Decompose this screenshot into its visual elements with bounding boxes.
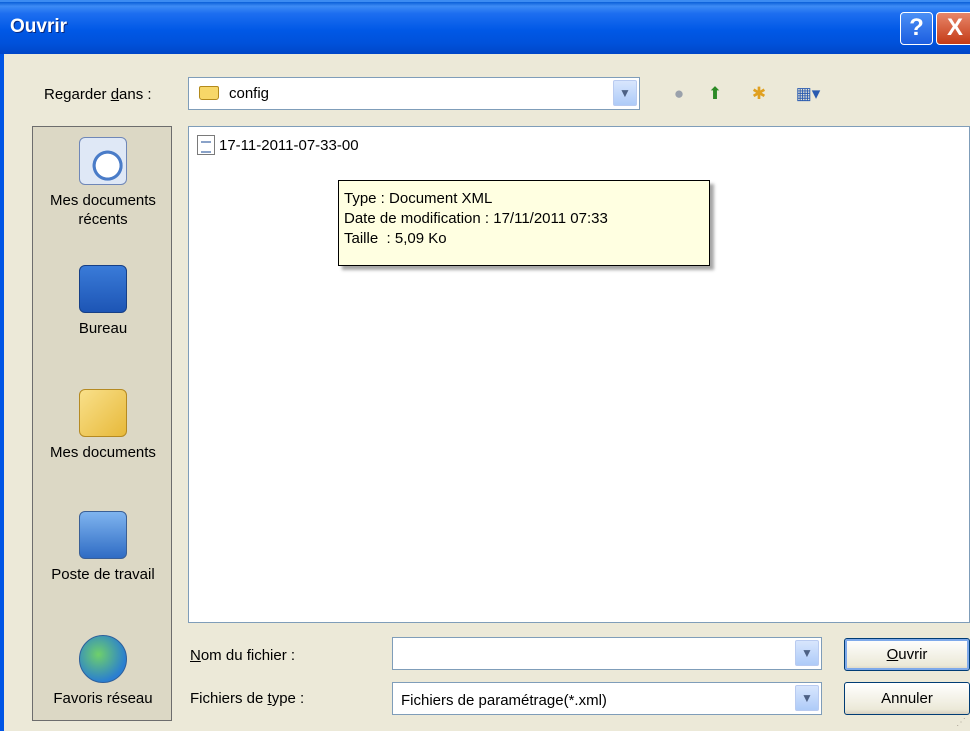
title-bar[interactable]: Ouvrir ? X (0, 0, 970, 54)
cancel-button[interactable]: Annuler (844, 682, 970, 715)
chevron-down-icon[interactable]: ▼ (795, 640, 819, 666)
open-button[interactable]: Ouvrir (844, 638, 970, 671)
place-label: Bureau (78, 320, 128, 337)
place-label-line2: récents (78, 211, 128, 228)
filetype-label: Fichiers de type : (190, 690, 305, 707)
places-bar: Mes documents récents Bureau Mes document… (32, 126, 172, 721)
up-folder-icon[interactable]: ⬆ (704, 83, 726, 105)
window-title: Ouvrir (10, 16, 68, 37)
filetype-value: Fichiers de paramétrage(*.xml) (401, 692, 607, 709)
place-recent-documents[interactable]: Mes documents récents (33, 137, 173, 229)
file-name: 17-11-2011-07-33-00 (219, 136, 359, 154)
network-places-icon (79, 635, 127, 683)
file-info-tooltip: Type : Document XML Date de modification… (338, 180, 710, 266)
help-button[interactable]: ? (900, 12, 933, 45)
folder-icon (199, 86, 219, 100)
look-in-label: Regarder dans : (44, 86, 152, 103)
window-frame-left (0, 54, 4, 731)
xml-file-icon (197, 135, 215, 155)
chevron-down-icon[interactable]: ▼ (613, 80, 637, 106)
place-network[interactable]: Favoris réseau (33, 635, 173, 708)
tooltip-date: Date de modification : 17/11/2011 07:33 (344, 210, 608, 227)
look-in-value: config (229, 85, 270, 102)
back-icon[interactable]: ● (668, 83, 690, 105)
tooltip-size: Taille : 5,09 Ko (344, 230, 447, 247)
place-my-computer[interactable]: Poste de travail (33, 511, 173, 584)
view-menu-icon[interactable]: ▦▾ (790, 83, 826, 105)
chevron-down-icon[interactable]: ▼ (795, 685, 819, 711)
place-label: Favoris réseau (53, 690, 153, 707)
list-item[interactable]: 17-11-2011-07-33-00 (197, 135, 359, 155)
my-documents-icon (79, 389, 127, 437)
resize-grip-icon[interactable]: ⋰ (956, 717, 968, 729)
my-computer-icon (79, 511, 127, 559)
place-my-documents[interactable]: Mes documents (33, 389, 173, 462)
filename-label: Nom du fichier : (190, 647, 296, 664)
place-label: Mes documents (50, 444, 156, 461)
place-label: Poste de travail (51, 566, 155, 583)
new-folder-icon[interactable]: ✱ (748, 83, 770, 105)
tooltip-type: Type : Document XML (344, 190, 493, 207)
place-desktop[interactable]: Bureau (33, 265, 173, 338)
desktop-icon (79, 265, 127, 313)
filename-input[interactable]: ▼ (392, 637, 822, 670)
close-button[interactable]: X (936, 12, 970, 45)
look-in-dropdown[interactable]: config ▼ (188, 77, 640, 110)
filetype-dropdown[interactable]: Fichiers de paramétrage(*.xml) ▼ (392, 682, 822, 715)
place-label-line1: Mes documents (50, 192, 156, 209)
recent-documents-icon (79, 137, 127, 185)
